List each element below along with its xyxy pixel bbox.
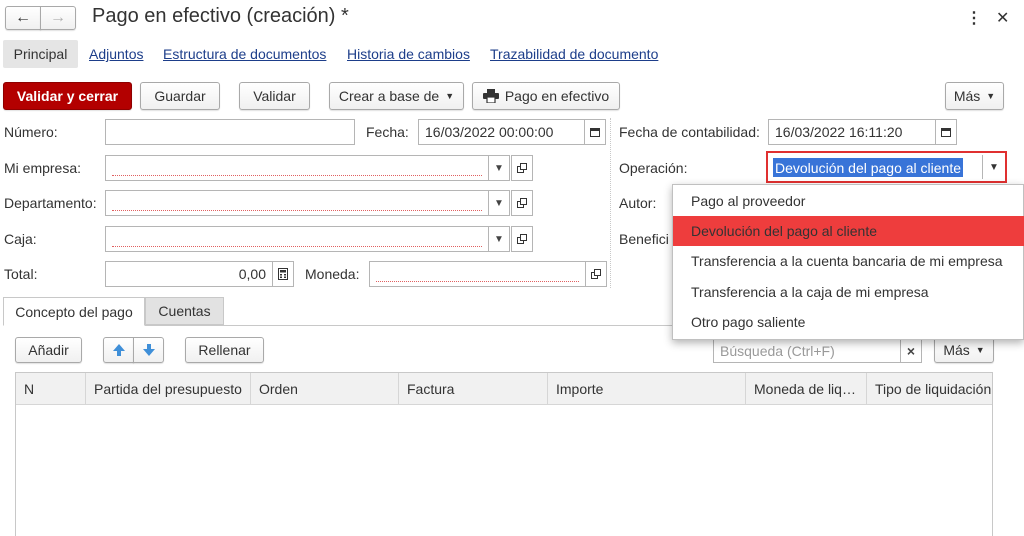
empresa-label: Mi empresa: [4, 160, 82, 176]
validate-close-button[interactable]: Validar y cerrar [3, 82, 132, 110]
chevron-down-icon[interactable]: ▼ [488, 190, 510, 216]
save-button[interactable]: Guardar [140, 82, 220, 110]
tab-concepto-pago[interactable]: Concepto del pago [3, 297, 145, 326]
column-divider [610, 118, 611, 288]
table-more-label: Más [943, 342, 970, 358]
beneficiario-label: Benefici [619, 231, 669, 247]
tab-estructura-documentos[interactable]: Estructura de documentos [163, 46, 326, 62]
back-arrow-icon: ← [15, 9, 31, 26]
empresa-input[interactable] [105, 155, 489, 181]
more-button[interactable]: Más ▼ [945, 82, 1004, 110]
autor-label: Autor: [619, 195, 657, 211]
column-header-moneda[interactable]: Moneda de liq… [746, 373, 867, 405]
total-input[interactable]: 0,00 [105, 261, 273, 287]
tab-principal[interactable]: Principal [3, 40, 78, 68]
open-icon[interactable] [585, 261, 607, 287]
column-header-partida[interactable]: Partida del presupuesto [86, 373, 251, 405]
chevron-down-icon[interactable]: ▼ [982, 155, 1005, 179]
chevron-down-icon: ▼ [986, 91, 996, 101]
forward-arrow-icon: → [50, 9, 66, 26]
total-value: 0,00 [238, 266, 266, 282]
tab-concepto-pago-label: Concepto del pago [15, 303, 133, 320]
departamento-input[interactable] [105, 190, 489, 216]
more-vert-icon[interactable]: ⋮ [966, 8, 982, 28]
tab-cuentas-label: Cuentas [158, 303, 211, 319]
column-header-n[interactable]: N [16, 373, 86, 405]
moneda-label: Moneda: [305, 266, 360, 282]
open-icon[interactable] [511, 226, 533, 252]
tab-trazabilidad[interactable]: Trazabilidad de documento [490, 46, 658, 62]
column-header-tipo[interactable]: Tipo de liquidación [867, 373, 992, 405]
arrow-up-icon [112, 344, 125, 356]
fecha-contabilidad-input[interactable]: 16/03/2022 16:11:20 [768, 119, 936, 145]
clear-search-icon[interactable]: × [900, 338, 922, 363]
chevron-down-icon[interactable]: ▼ [488, 226, 510, 252]
operacion-value: Devolución del pago al cliente [775, 159, 962, 176]
chevron-down-icon[interactable]: ▼ [488, 155, 510, 181]
fecha-input[interactable]: 16/03/2022 00:00:00 [418, 119, 585, 145]
forward-button[interactable]: → [40, 6, 76, 30]
more-label: Más [953, 88, 981, 104]
calendar-icon[interactable] [584, 119, 606, 145]
arrow-down-icon [142, 344, 155, 356]
print-payment-label: Pago en efectivo [504, 88, 610, 104]
chevron-down-icon: ▼ [445, 91, 455, 101]
total-label: Total: [4, 266, 38, 282]
dropdown-item-transferencia-caja[interactable]: Transferencia a la caja de mi empresa [673, 277, 1024, 307]
move-up-button[interactable] [103, 337, 134, 363]
open-icon[interactable] [511, 155, 533, 181]
add-row-button[interactable]: Añadir [15, 337, 82, 363]
dropdown-item-transferencia-cuenta[interactable]: Transferencia a la cuenta bancaria de mi… [673, 246, 1024, 276]
page-title: Pago en efectivo (creación) * [92, 5, 349, 27]
move-down-button[interactable] [133, 337, 164, 363]
calendar-icon[interactable] [935, 119, 957, 145]
tab-historia-cambios[interactable]: Historia de cambios [347, 46, 470, 62]
search-placeholder: Búsqueda (Ctrl+F) [720, 342, 835, 359]
search-input[interactable]: Búsqueda (Ctrl+F) [713, 338, 901, 363]
fecha-label: Fecha: [366, 124, 409, 140]
operacion-select[interactable]: Devolución del pago al cliente ▼ [766, 151, 1007, 183]
open-icon[interactable] [511, 190, 533, 216]
column-header-importe[interactable]: Importe [548, 373, 746, 405]
calculator-icon[interactable] [272, 261, 294, 287]
close-icon[interactable]: ✕ [996, 8, 1009, 28]
create-based-button[interactable]: Crear a base de ▼ [329, 82, 464, 110]
chevron-down-icon: ▼ [975, 345, 985, 355]
fecha-contabilidad-label: Fecha de contabilidad: [619, 124, 760, 140]
moneda-input[interactable] [369, 261, 586, 287]
back-button[interactable]: ← [5, 6, 41, 30]
caja-input[interactable] [105, 226, 489, 252]
create-based-label: Crear a base de [338, 88, 440, 104]
table-more-button[interactable]: Más ▼ [934, 337, 994, 363]
column-header-orden[interactable]: Orden [251, 373, 399, 405]
numero-label: Número: [4, 124, 58, 140]
tab-cuentas[interactable]: Cuentas [145, 297, 224, 325]
column-header-factura[interactable]: Factura [399, 373, 548, 405]
caja-label: Caja: [4, 231, 37, 247]
validate-button[interactable]: Validar [239, 82, 310, 110]
tab-principal-label: Principal [13, 46, 68, 62]
tab-adjuntos[interactable]: Adjuntos [89, 46, 143, 62]
numero-input[interactable] [105, 119, 355, 145]
fill-button[interactable]: Rellenar [185, 337, 264, 363]
dropdown-item-pago-proveedor[interactable]: Pago al proveedor [673, 186, 1024, 216]
dropdown-item-otro-pago[interactable]: Otro pago saliente [673, 307, 1024, 337]
dropdown-item-devolucion-cliente[interactable]: Devolución del pago al cliente [673, 216, 1024, 246]
print-payment-button[interactable]: Pago en efectivo [472, 82, 620, 110]
printer-icon [482, 89, 499, 103]
departamento-label: Departamento: [4, 195, 97, 211]
operacion-label: Operación: [619, 160, 688, 176]
